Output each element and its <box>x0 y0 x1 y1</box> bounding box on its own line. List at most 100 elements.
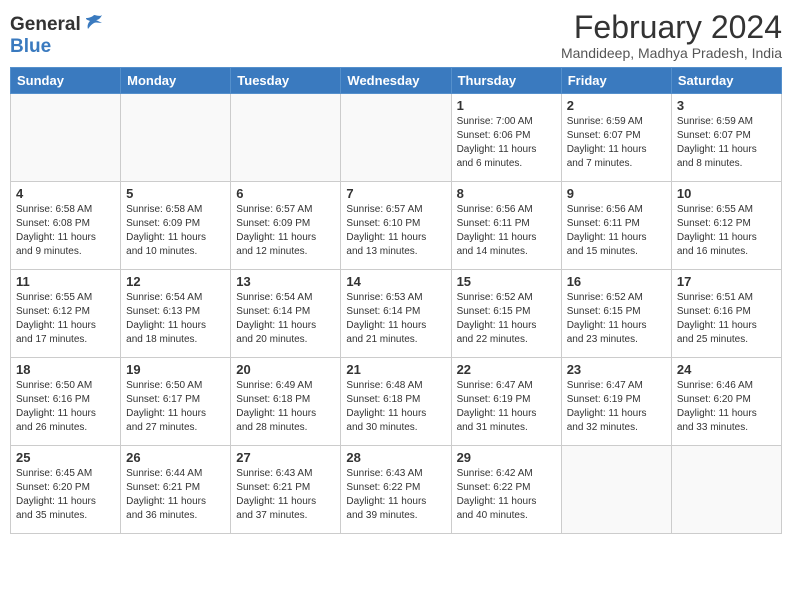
day-info: Sunrise: 6:52 AM Sunset: 6:15 PM Dayligh… <box>457 291 556 347</box>
calendar-cell-w2-d6: 10 Sunrise: 6:55 AM Sunset: 6:12 PM Dayli… <box>671 182 781 270</box>
calendar-cell-w4-d2: 20 Sunrise: 6:49 AM Sunset: 6:18 PM Dayli… <box>231 358 341 446</box>
day-number: 16 <box>567 274 666 289</box>
calendar-cell-w4-d5: 23 Sunrise: 6:47 AM Sunset: 6:19 PM Dayli… <box>561 358 671 446</box>
calendar-cell-w2-d3: 7 Sunrise: 6:57 AM Sunset: 6:10 PM Daylig… <box>341 182 451 270</box>
calendar-cell-w3-d5: 16 Sunrise: 6:52 AM Sunset: 6:15 PM Dayli… <box>561 270 671 358</box>
day-number: 26 <box>126 450 225 465</box>
location-subtitle: Mandideep, Madhya Pradesh, India <box>561 45 782 61</box>
calendar-cell-w3-d1: 12 Sunrise: 6:54 AM Sunset: 6:13 PM Dayli… <box>121 270 231 358</box>
day-number: 14 <box>346 274 445 289</box>
page-wrapper: General Blue February 2024 Mandideep, Ma… <box>10 10 782 534</box>
day-number: 20 <box>236 362 335 377</box>
day-number: 24 <box>677 362 776 377</box>
col-thursday: Thursday <box>451 68 561 94</box>
day-number: 4 <box>16 186 115 201</box>
calendar-cell-w4-d1: 19 Sunrise: 6:50 AM Sunset: 6:17 PM Dayli… <box>121 358 231 446</box>
day-info: Sunrise: 6:55 AM Sunset: 6:12 PM Dayligh… <box>677 203 776 259</box>
day-info: Sunrise: 6:52 AM Sunset: 6:15 PM Dayligh… <box>567 291 666 347</box>
calendar-cell-w1-d1 <box>121 94 231 182</box>
day-info: Sunrise: 6:54 AM Sunset: 6:14 PM Dayligh… <box>236 291 335 347</box>
day-number: 23 <box>567 362 666 377</box>
calendar-cell-w5-d4: 29 Sunrise: 6:42 AM Sunset: 6:22 PM Dayli… <box>451 446 561 534</box>
day-info: Sunrise: 6:49 AM Sunset: 6:18 PM Dayligh… <box>236 379 335 435</box>
calendar-header-row: Sunday Monday Tuesday Wednesday Thursday… <box>11 68 782 94</box>
day-info: Sunrise: 6:43 AM Sunset: 6:22 PM Dayligh… <box>346 467 445 523</box>
calendar-table: Sunday Monday Tuesday Wednesday Thursday… <box>10 67 782 534</box>
week-row-5: 25Sunrise: 6:45 AM Sunset: 6:20 PM Dayli… <box>11 446 782 534</box>
calendar-cell-w2-d5: 9 Sunrise: 6:56 AM Sunset: 6:11 PM Daylig… <box>561 182 671 270</box>
day-number: 18 <box>16 362 115 377</box>
day-number: 15 <box>457 274 556 289</box>
calendar-cell-w1-d0 <box>11 94 121 182</box>
calendar-cell-w3-d0: 11 Sunrise: 6:55 AM Sunset: 6:12 PM Dayli… <box>11 270 121 358</box>
logo-bird-icon <box>84 13 104 33</box>
calendar-cell-w4-d3: 21 Sunrise: 6:48 AM Sunset: 6:18 PM Dayli… <box>341 358 451 446</box>
week-row-4: 18 Sunrise: 6:50 AM Sunset: 6:16 PM Dayli… <box>11 358 782 446</box>
calendar-cell-w1-d3 <box>341 94 451 182</box>
day-number: 17 <box>677 274 776 289</box>
day-number: 29 <box>457 450 556 465</box>
calendar-cell-w5-d1: 26 Sunrise: 6:44 AM Sunset: 6:21 PM Dayli… <box>121 446 231 534</box>
day-info: Sunrise: 6:50 AM Sunset: 6:16 PM Dayligh… <box>16 379 115 435</box>
day-info: Sunrise: 6:50 AM Sunset: 6:17 PM Dayligh… <box>126 379 225 435</box>
calendar-cell-w1-d5: 2Sunrise: 6:59 AM Sunset: 6:07 PM Daylig… <box>561 94 671 182</box>
day-number: 12 <box>126 274 225 289</box>
col-monday: Monday <box>121 68 231 94</box>
day-info: Sunrise: 6:45 AM Sunset: 6:20 PM Dayligh… <box>16 467 115 523</box>
day-number: 9 <box>567 186 666 201</box>
day-info: Sunrise: 6:59 AM Sunset: 6:07 PM Dayligh… <box>567 115 666 171</box>
calendar-cell-w5-d3: 28 Sunrise: 6:43 AM Sunset: 6:22 PM Dayli… <box>341 446 451 534</box>
day-info: Sunrise: 6:48 AM Sunset: 6:18 PM Dayligh… <box>346 379 445 435</box>
day-info: Sunrise: 6:58 AM Sunset: 6:09 PM Dayligh… <box>126 203 225 259</box>
day-info: Sunrise: 6:56 AM Sunset: 6:11 PM Dayligh… <box>457 203 556 259</box>
calendar-cell-w3-d4: 15 Sunrise: 6:52 AM Sunset: 6:15 PM Dayli… <box>451 270 561 358</box>
day-number: 28 <box>346 450 445 465</box>
calendar-cell-w4-d6: 24 Sunrise: 6:46 AM Sunset: 6:20 PM Dayli… <box>671 358 781 446</box>
day-info: Sunrise: 6:46 AM Sunset: 6:20 PM Dayligh… <box>677 379 776 435</box>
day-number: 21 <box>346 362 445 377</box>
week-row-1: 1 Sunrise: 7:00 AM Sunset: 6:06 PM Daylig… <box>11 94 782 182</box>
day-info: Sunrise: 6:42 AM Sunset: 6:22 PM Dayligh… <box>457 467 556 523</box>
calendar-cell-w5-d2: 27 Sunrise: 6:43 AM Sunset: 6:21 PM Dayli… <box>231 446 341 534</box>
day-number: 7 <box>346 186 445 201</box>
day-info: Sunrise: 6:54 AM Sunset: 6:13 PM Dayligh… <box>126 291 225 347</box>
day-number: 8 <box>457 186 556 201</box>
day-number: 11 <box>16 274 115 289</box>
week-row-3: 11 Sunrise: 6:55 AM Sunset: 6:12 PM Dayli… <box>11 270 782 358</box>
col-saturday: Saturday <box>671 68 781 94</box>
day-info: Sunrise: 6:55 AM Sunset: 6:12 PM Dayligh… <box>16 291 115 347</box>
day-info: Sunrise: 6:59 AM Sunset: 6:07 PM Dayligh… <box>677 115 776 171</box>
calendar-cell-w1-d4: 1 Sunrise: 7:00 AM Sunset: 6:06 PM Daylig… <box>451 94 561 182</box>
day-number: 10 <box>677 186 776 201</box>
col-tuesday: Tuesday <box>231 68 341 94</box>
day-number: 5 <box>126 186 225 201</box>
day-info: Sunrise: 6:56 AM Sunset: 6:11 PM Dayligh… <box>567 203 666 259</box>
day-info: Sunrise: 6:58 AM Sunset: 6:08 PM Dayligh… <box>16 203 115 259</box>
day-info: Sunrise: 6:47 AM Sunset: 6:19 PM Dayligh… <box>457 379 556 435</box>
calendar-cell-w5-d6 <box>671 446 781 534</box>
logo-general: General <box>10 14 81 36</box>
header: General Blue February 2024 Mandideep, Ma… <box>10 10 782 61</box>
calendar-cell-w2-d1: 5 Sunrise: 6:58 AM Sunset: 6:09 PM Daylig… <box>121 182 231 270</box>
day-number: 1 <box>457 98 556 113</box>
calendar-cell-w1-d6: 3 Sunrise: 6:59 AM Sunset: 6:07 PM Daylig… <box>671 94 781 182</box>
col-wednesday: Wednesday <box>341 68 451 94</box>
day-number: 22 <box>457 362 556 377</box>
col-friday: Friday <box>561 68 671 94</box>
day-info: Sunrise: 6:43 AM Sunset: 6:21 PM Dayligh… <box>236 467 335 523</box>
day-info: Sunrise: 6:47 AM Sunset: 6:19 PM Dayligh… <box>567 379 666 435</box>
calendar-cell-w3-d3: 14Sunrise: 6:53 AM Sunset: 6:14 PM Dayli… <box>341 270 451 358</box>
calendar-cell-w2-d0: 4 Sunrise: 6:58 AM Sunset: 6:08 PM Daylig… <box>11 182 121 270</box>
title-area: February 2024 Mandideep, Madhya Pradesh,… <box>561 10 782 61</box>
day-number: 3 <box>677 98 776 113</box>
day-info: Sunrise: 7:00 AM Sunset: 6:06 PM Dayligh… <box>457 115 556 171</box>
day-info: Sunrise: 6:57 AM Sunset: 6:10 PM Dayligh… <box>346 203 445 259</box>
day-number: 19 <box>126 362 225 377</box>
calendar-cell-w3-d2: 13Sunrise: 6:54 AM Sunset: 6:14 PM Dayli… <box>231 270 341 358</box>
calendar-cell-w2-d4: 8 Sunrise: 6:56 AM Sunset: 6:11 PM Daylig… <box>451 182 561 270</box>
day-info: Sunrise: 6:44 AM Sunset: 6:21 PM Dayligh… <box>126 467 225 523</box>
week-row-2: 4 Sunrise: 6:58 AM Sunset: 6:08 PM Daylig… <box>11 182 782 270</box>
day-info: Sunrise: 6:57 AM Sunset: 6:09 PM Dayligh… <box>236 203 335 259</box>
calendar-cell-w3-d6: 17Sunrise: 6:51 AM Sunset: 6:16 PM Dayli… <box>671 270 781 358</box>
day-number: 27 <box>236 450 335 465</box>
